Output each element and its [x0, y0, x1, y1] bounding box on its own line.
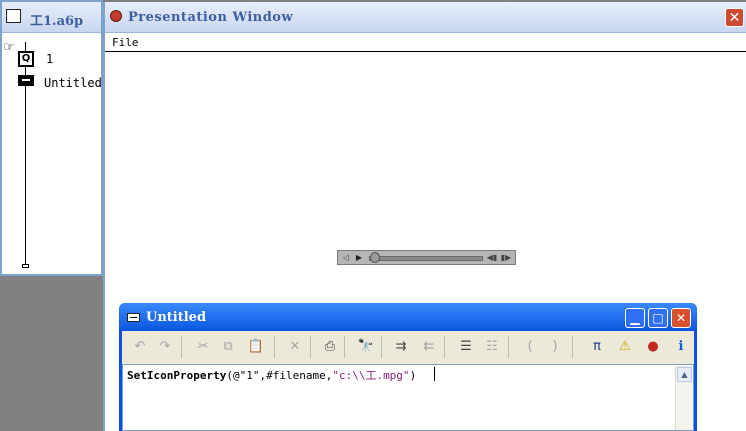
paren-close-icon: ) [552, 339, 558, 354]
comment-icon: ☰ [460, 339, 472, 354]
paren-open-icon: ( [527, 339, 533, 354]
record-icon: ● [647, 339, 659, 354]
code-open: (@" [226, 369, 247, 382]
calculation-title: Untitled [146, 310, 207, 325]
flowline-window: 工1.a6p ☞ Q 1 Untitled [0, 0, 103, 276]
undo-icon: ↶ [134, 339, 146, 354]
icon-label-untitled[interactable]: Untitled [44, 76, 102, 90]
toolbar-separator [344, 336, 345, 358]
minimize-button[interactable]: ▁ [625, 308, 645, 328]
toolbar-separator [572, 336, 573, 358]
code-close: ) [409, 369, 417, 382]
step-forward-icon[interactable]: ▮▶ [500, 252, 512, 263]
progress-thumb[interactable] [370, 252, 380, 263]
outdent-button[interactable]: ⇇ [417, 335, 441, 358]
presentation-icon [110, 10, 122, 22]
minimize-icon: ▁ [630, 311, 640, 325]
code-line[interactable]: SetIconProperty(@"1",#filename,"c:\\工.mp… [127, 367, 416, 383]
calculation-window: Untitled ▁ □ ✕ ↶ ↷ ✂ ⧉ 📋 ✕ ⎙ 🔭 ⇉ ⇇ ☰ ☷ () π ⚠ ● ℹ SetIco… [119, 303, 697, 431]
paren-open-button[interactable]: ( [518, 335, 542, 358]
toolbar-separator [508, 336, 509, 358]
vertical-scrollbar[interactable]: ▲ [675, 366, 693, 430]
code-mid: ",#filename, [252, 369, 333, 382]
calculation-icon [127, 313, 140, 322]
calculation-title-bar[interactable]: Untitled ▁ □ ✕ [119, 303, 697, 331]
scroll-up-arrow-icon[interactable]: ▲ [677, 367, 692, 382]
redo-button[interactable]: ↷ [153, 335, 177, 358]
paste-icon: 📋 [247, 339, 265, 354]
warning-button[interactable]: ⚠ [613, 335, 637, 358]
progress-track[interactable] [369, 256, 483, 261]
calculation-icon[interactable] [18, 75, 34, 86]
find-button[interactable]: 🔭 [354, 335, 378, 358]
speaker-icon[interactable]: ◁ [340, 252, 352, 263]
comment-button[interactable]: ☰ [454, 335, 478, 358]
redo-icon: ↷ [159, 339, 171, 354]
close-icon: ✕ [675, 311, 687, 325]
symbols-button[interactable]: π [585, 335, 609, 358]
paren-close-button[interactable]: ) [543, 335, 567, 358]
close-button[interactable]: ✕ [725, 8, 744, 27]
delete-icon: ✕ [289, 339, 301, 354]
info-icon: ℹ [678, 339, 684, 354]
toolbar-separator [274, 336, 275, 358]
flowline-title-bar[interactable]: 工1.a6p [2, 2, 101, 33]
toolbar-separator [181, 336, 182, 358]
file-icon [6, 9, 21, 23]
presentation-title-bar[interactable]: Presentation Window ✕ [105, 2, 746, 33]
play-icon[interactable]: ▶ [353, 252, 365, 263]
code-arg: 1 [246, 369, 253, 382]
print-button[interactable]: ⎙ [318, 335, 342, 358]
hand-pointer-icon[interactable]: ☞ [3, 40, 15, 55]
toolbar-separator [381, 336, 382, 358]
close-icon: ✕ [728, 10, 741, 26]
uncomment-button[interactable]: ☷ [480, 335, 504, 358]
text-caret [434, 367, 435, 381]
copy-button[interactable]: ⧉ [216, 335, 240, 358]
symbols-icon: π [593, 339, 601, 354]
flowline-title: 工1.a6p [30, 14, 84, 29]
cut-icon: ✂ [197, 339, 209, 354]
indent-icon: ⇉ [395, 339, 407, 354]
record-button[interactable]: ● [641, 335, 665, 358]
close-button[interactable]: ✕ [671, 308, 691, 328]
wait-icon[interactable]: Q [18, 51, 34, 67]
step-back-icon[interactable]: ◀▮ [486, 252, 498, 263]
code-string: "c:\\工.mpg" [332, 369, 410, 382]
menu-file[interactable]: File [112, 36, 139, 49]
info-button[interactable]: ℹ [669, 335, 693, 358]
media-controller: ◁ ▶ ◀▮ ▮▶ [337, 250, 516, 265]
delete-button[interactable]: ✕ [283, 335, 307, 358]
maximize-icon: □ [652, 311, 664, 325]
print-icon: ⎙ [324, 339, 336, 354]
flowline-end-marker [22, 264, 29, 268]
undo-button[interactable]: ↶ [128, 335, 152, 358]
toolbar-separator [444, 336, 445, 358]
uncomment-icon: ☷ [486, 339, 498, 354]
toolbar-separator [310, 336, 311, 358]
indent-button[interactable]: ⇉ [389, 335, 413, 358]
outdent-icon: ⇇ [423, 339, 435, 354]
find-icon: 🔭 [357, 339, 375, 354]
paste-button[interactable]: 📋 [244, 335, 268, 358]
maximize-button[interactable]: □ [648, 308, 668, 328]
menu-bar: File [105, 34, 746, 52]
code-function: SetIconProperty [127, 369, 227, 382]
calculation-toolbar: ↶ ↷ ✂ ⧉ 📋 ✕ ⎙ 🔭 ⇉ ⇇ ☰ ☷ () π ⚠ ● ℹ [122, 331, 694, 364]
presentation-title: Presentation Window [128, 10, 294, 25]
warning-icon: ⚠ [619, 339, 631, 354]
icon-label-1[interactable]: 1 [46, 52, 53, 66]
copy-icon: ⧉ [223, 339, 233, 354]
code-editor[interactable]: SetIconProperty(@"1",#filename,"c:\\工.mp… [122, 364, 694, 431]
cut-button[interactable]: ✂ [191, 335, 215, 358]
